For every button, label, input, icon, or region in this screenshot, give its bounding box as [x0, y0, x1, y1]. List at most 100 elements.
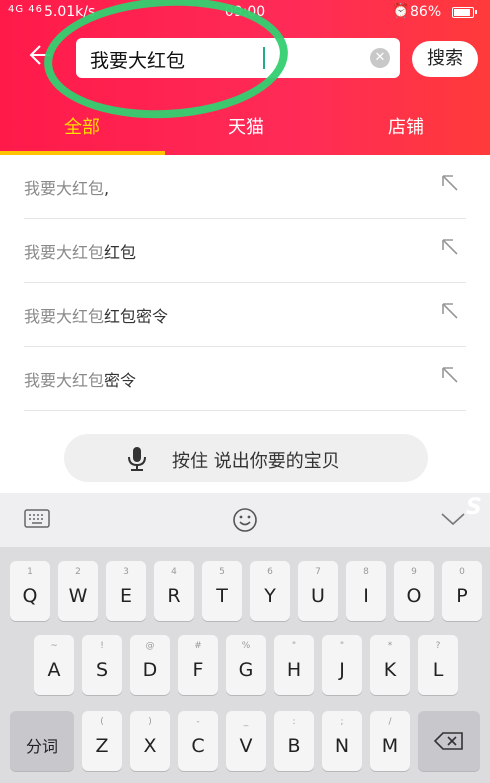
key-label: M: [381, 735, 399, 757]
key-i[interactable]: 8I: [346, 561, 386, 621]
key-hint: 5: [219, 567, 225, 577]
key-label: K: [383, 659, 397, 681]
key-f[interactable]: # F: [178, 635, 218, 695]
key-hint: 7: [315, 567, 321, 577]
fill-query-arrow-icon[interactable]: [440, 173, 460, 193]
key-hint: *: [387, 641, 393, 651]
key-label: H: [286, 659, 302, 681]
key-label: F: [192, 659, 204, 681]
key-o[interactable]: 9O: [394, 561, 434, 621]
key-d[interactable]: @ D: [130, 635, 170, 695]
key-label: Y: [264, 585, 276, 607]
key-label: Z: [95, 735, 109, 757]
backspace-icon: [434, 732, 463, 750]
key-v[interactable]: _ V: [226, 711, 266, 771]
suggestion-prefix: 我要大红包: [24, 243, 105, 262]
key-label: S: [95, 659, 109, 681]
key-hint: 0: [459, 567, 465, 577]
key-hint: /: [388, 717, 392, 727]
voice-search-button[interactable]: 按住 说出你要的宝贝: [64, 434, 428, 482]
key-q[interactable]: 1Q: [10, 561, 50, 621]
key-hint: 8: [363, 567, 369, 577]
key-k[interactable]: * K: [370, 635, 410, 695]
suggestion-prefix: 我要大红包: [24, 179, 105, 198]
clear-icon[interactable]: ✕: [370, 48, 390, 68]
tab-tmall[interactable]: 天猫: [228, 113, 264, 139]
tab-bar: 全部 天猫 店铺: [0, 105, 490, 155]
key-hint: ": [339, 641, 345, 651]
key-label: W: [68, 585, 88, 607]
tab-all[interactable]: 全部: [64, 113, 100, 139]
key-label: I: [363, 585, 369, 607]
key-label: R: [167, 585, 181, 607]
key-s[interactable]: ! S: [82, 635, 122, 695]
key-r[interactable]: 4R: [154, 561, 194, 621]
suggestion-item[interactable]: 我要大红包红包密令: [24, 283, 466, 347]
key-t[interactable]: 5T: [202, 561, 242, 621]
key-label: O: [406, 585, 422, 607]
key-label: D: [142, 659, 158, 681]
key-label: C: [191, 735, 205, 757]
emoji-icon[interactable]: [231, 506, 259, 534]
keyboard-toolbar: S: [0, 493, 490, 547]
search-button[interactable]: 搜索: [412, 41, 478, 77]
key-z[interactable]: (Z: [82, 711, 122, 771]
key-x[interactable]: ) X: [130, 711, 170, 771]
key-label: J: [339, 659, 345, 681]
voice-search-label: 按住 说出你要的宝贝: [172, 451, 340, 472]
key-hint: !: [100, 641, 104, 651]
key-y[interactable]: 6Y: [250, 561, 290, 621]
suggestion-item[interactable]: 我要大红包,: [24, 155, 466, 219]
fill-query-arrow-icon[interactable]: [440, 301, 460, 321]
keyboard: S 1Q 2W 3E 4R 5T 6Y 7U 8I 9O 0P ~ A ! S @ D…: [0, 493, 490, 783]
sogou-logo: S: [466, 495, 482, 520]
key-c[interactable]: -C: [178, 711, 218, 771]
key-hint: ): [148, 717, 152, 727]
key-label: E: [119, 585, 132, 607]
suggestion-list: 我要大红包, 我要大红包红包 我要大红包红包密令 我要大红包密令: [0, 155, 490, 411]
key-label: N: [334, 735, 350, 757]
key-p[interactable]: 0P: [442, 561, 482, 621]
key-w[interactable]: 2W: [58, 561, 98, 621]
key-m[interactable]: / M: [370, 711, 410, 771]
key-hint: ?: [435, 641, 441, 651]
key-hint: ": [291, 641, 297, 651]
tab-shops[interactable]: 店铺: [388, 113, 424, 139]
key-g[interactable]: % G: [226, 635, 266, 695]
key-j[interactable]: " J: [322, 635, 362, 695]
suggestion-prefix: 我要大红包: [24, 371, 105, 390]
key-l[interactable]: ? L: [418, 635, 458, 695]
key-label: 分词: [25, 737, 58, 756]
chevron-down-icon[interactable]: [440, 511, 466, 527]
key-b[interactable]: :B: [274, 711, 314, 771]
key-label: B: [287, 735, 301, 757]
key-label: T: [216, 585, 228, 607]
key-hint: :: [292, 717, 296, 727]
key-label: U: [311, 585, 325, 607]
backspace-key[interactable]: [418, 711, 480, 771]
key-hint: 1: [27, 567, 33, 577]
key-hint: 2: [75, 567, 81, 577]
battery-percent: 86%: [410, 4, 442, 20]
suggestion-item[interactable]: 我要大红包密令: [24, 347, 466, 411]
key-hint: 3: [123, 567, 129, 577]
suggestion-prefix: 我要大红包: [24, 307, 105, 326]
key-h[interactable]: " H: [274, 635, 314, 695]
keyboard-switch-icon[interactable]: [24, 509, 50, 529]
key-hint: ~: [50, 641, 58, 651]
segment-key[interactable]: 分词: [10, 711, 74, 771]
fill-query-arrow-icon[interactable]: [440, 237, 460, 257]
key-u[interactable]: 7U: [298, 561, 338, 621]
fill-query-arrow-icon[interactable]: [440, 365, 460, 385]
key-label: X: [143, 735, 157, 757]
key-a[interactable]: ~ A: [34, 635, 74, 695]
key-hint: 9: [411, 567, 417, 577]
key-e[interactable]: 3E: [106, 561, 146, 621]
key-n[interactable]: ; N: [322, 711, 362, 771]
key-label: Q: [22, 585, 38, 607]
key-label: P: [456, 585, 468, 607]
suggestion-item[interactable]: 我要大红包红包: [24, 219, 466, 283]
key-label: V: [239, 735, 253, 757]
suggestion-suffix: 红包密令: [104, 307, 169, 326]
key-hint: _: [243, 717, 249, 727]
